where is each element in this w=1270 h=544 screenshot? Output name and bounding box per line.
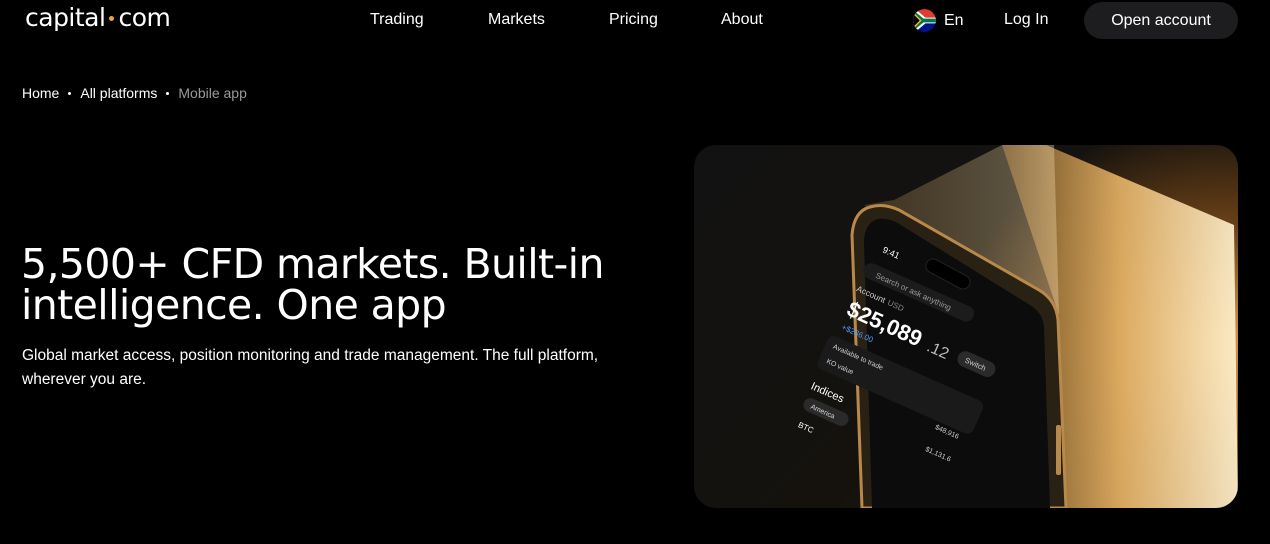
side-button: [1056, 425, 1061, 475]
breadcrumb-home[interactable]: Home: [22, 85, 59, 101]
south-africa-flag-icon: [913, 9, 936, 32]
nav-trading[interactable]: Trading: [370, 11, 424, 29]
nav-markets[interactable]: Markets: [488, 11, 545, 29]
phone-illustration: 9:41 Search or ask anything Account USD …: [797, 145, 1238, 508]
language-selector[interactable]: En: [913, 9, 964, 32]
site-header: capital com Trading Markets Pricing About…: [0, 0, 1270, 42]
breadcrumb-separator: [166, 91, 170, 95]
btc-label: BTC: [797, 420, 815, 435]
login-link[interactable]: Log In: [1004, 11, 1048, 29]
logo-dot: [109, 15, 115, 21]
language-label: En: [944, 11, 964, 29]
breadcrumb-current: Mobile app: [178, 85, 247, 101]
breadcrumb-all-platforms[interactable]: All platforms: [80, 85, 157, 101]
breadcrumb-separator: [68, 91, 72, 95]
logo-text-left: capital: [25, 3, 106, 32]
phone-hero-image: 9:41 Search or ask anything Account USD …: [694, 145, 1238, 508]
hero-title: 5,500+ CFD markets. Built-in intelligenc…: [21, 240, 604, 329]
breadcrumb: Home All platforms Mobile app: [22, 85, 247, 101]
nav-pricing[interactable]: Pricing: [609, 11, 658, 29]
nav-about[interactable]: About: [721, 11, 763, 29]
logo-text-right: com: [118, 3, 171, 32]
hero-subtitle: Global market access, position monitorin…: [22, 347, 599, 388]
capital-com-logo[interactable]: capital com: [25, 3, 171, 32]
open-account-button[interactable]: Open account: [1084, 2, 1238, 39]
